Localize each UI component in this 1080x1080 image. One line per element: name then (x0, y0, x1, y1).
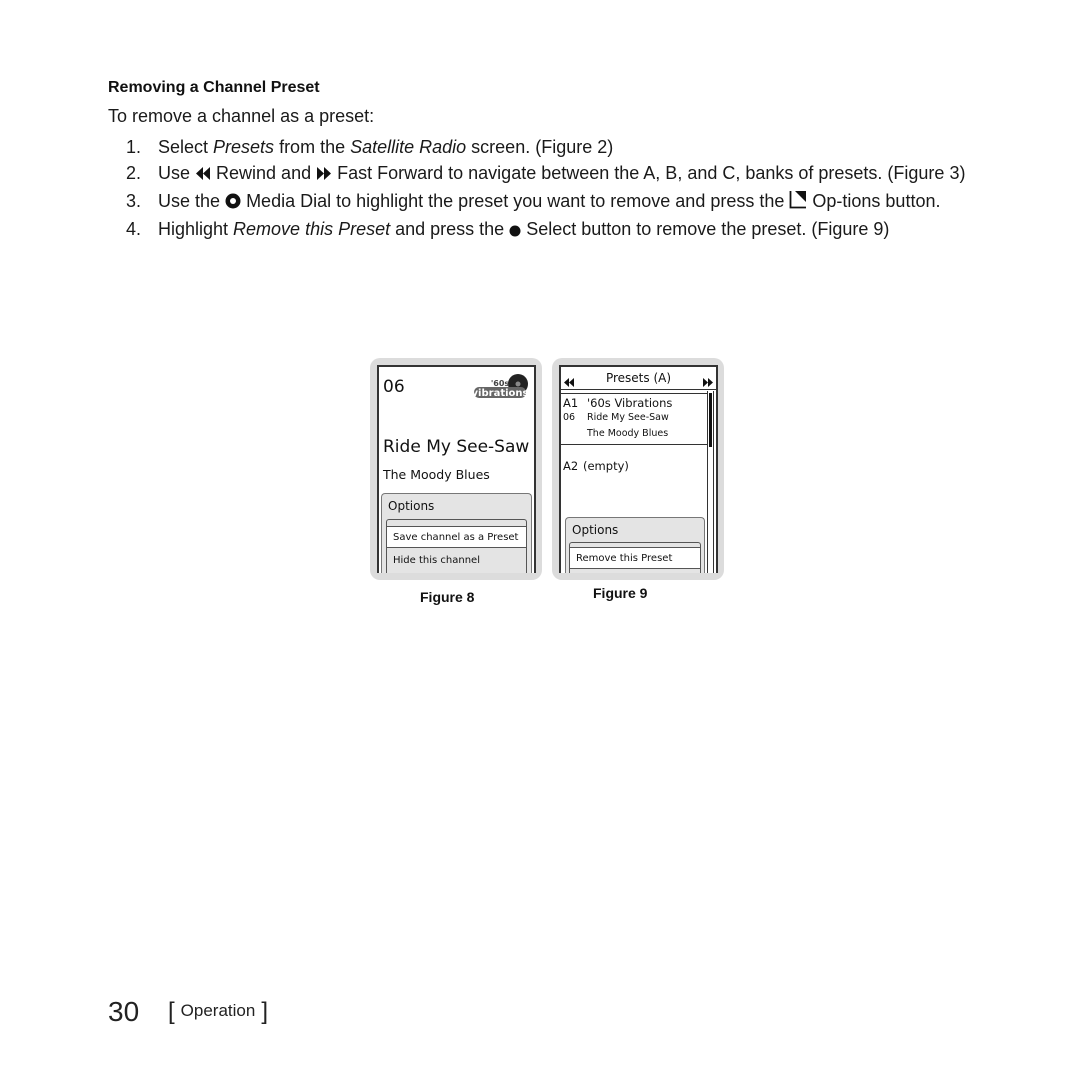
divider (561, 444, 707, 445)
page-number: 30 (108, 996, 140, 1027)
select-button-icon (509, 219, 521, 244)
preset-slot: A1 (563, 396, 579, 410)
figure-8-device: 06 vibrations '60s Ride My See-Saw The M… (370, 358, 542, 580)
step-2: 2. Use Rewind and Fast Forward to naviga… (108, 161, 968, 188)
divider (561, 393, 707, 394)
fast-forward-icon (316, 163, 332, 188)
step-number: 4. (126, 219, 142, 239)
scrollbar-thumb[interactable] (709, 393, 712, 447)
section-label: Operation (180, 1001, 256, 1020)
options-list: Save channel as a Preset Hide this chann… (386, 519, 527, 573)
steps-list: 1. Select Presets from the Satellite Rad… (108, 135, 968, 245)
option-remove-this-preset[interactable]: Remove this Preset (570, 547, 700, 569)
figure-9-caption: Figure 9 (593, 585, 648, 601)
media-dial-icon (225, 191, 241, 216)
step-1: 1. Select Presets from the Satellite Rad… (108, 135, 968, 160)
step-3: 3. Use the Media Dial to highlight the p… (108, 189, 968, 216)
presets-screen: Presets (A) A1 '60s Vibrations 06 Ride M… (559, 365, 718, 573)
step-4: 4. Highlight Remove this Preset and pres… (108, 217, 968, 244)
fast-forward-icon[interactable] (703, 372, 713, 391)
figure-8-caption: Figure 8 (420, 589, 475, 605)
step-text: Rewind and (216, 163, 317, 183)
step-text: Highlight (158, 219, 234, 239)
preset-artist: The Moody Blues (587, 428, 669, 439)
scrollbar[interactable] (707, 391, 714, 573)
step-text: Select button to remove the preset. (Fig… (526, 219, 890, 239)
section-heading: Removing a Channel Preset (108, 79, 320, 96)
preset-row-a1[interactable]: A1 '60s Vibrations 06 Ride My See-Saw Th… (561, 395, 707, 443)
svg-text:'60s: '60s (491, 379, 510, 388)
step-text: Fast Forward to navigate between the A, … (337, 163, 966, 183)
preset-row-a2[interactable]: A2 (empty) (561, 458, 707, 478)
options-menu: Options Save channel as a Preset Hide th… (381, 493, 532, 573)
bracket-open: [ (168, 998, 175, 1025)
step-text: Use (158, 163, 196, 183)
channel-number: 06 (383, 377, 405, 397)
step-text: Op-tions button. (812, 191, 941, 211)
step-text: Select (158, 137, 214, 157)
options-menu: Options Remove this Preset (565, 517, 705, 573)
figure-9-device: Presets (A) A1 '60s Vibrations 06 Ride M… (552, 358, 724, 580)
step-text: and press the (390, 219, 510, 239)
option-save-channel-as-preset[interactable]: Save channel as a Preset (387, 526, 526, 548)
svg-text:vibrations: vibrations (472, 388, 529, 399)
options-button-icon (789, 191, 807, 216)
presets-header: Presets (A) (561, 367, 716, 390)
emphasis-presets: Presets (213, 137, 275, 157)
emphasis-satellite-radio: Satellite Radio (350, 137, 467, 157)
option-hide-this-channel[interactable]: Hide this channel (387, 550, 526, 572)
options-list: Remove this Preset (569, 542, 701, 573)
step-text: screen. (Figure 2) (466, 137, 614, 157)
artist-name: The Moody Blues (383, 467, 490, 482)
step-text: from the (274, 137, 351, 157)
preset-song: Ride My See-Saw (587, 412, 669, 423)
step-number: 2. (126, 163, 142, 183)
preset-channel: 06 (563, 412, 576, 423)
section-footer: [ Operation] (168, 998, 268, 1026)
bracket-close: ] (261, 998, 269, 1025)
emphasis-remove-this-preset: Remove this Preset (233, 219, 391, 239)
presets-title: Presets (A) (605, 371, 672, 385)
preset-slot: A2 (563, 459, 579, 473)
step-number: 3. (126, 191, 142, 211)
song-title: Ride My See-Saw (383, 437, 530, 457)
options-title: Options (572, 523, 619, 537)
rewind-icon (195, 163, 211, 188)
preset-name: '60s Vibrations (587, 396, 673, 410)
preset-name: (empty) (583, 459, 629, 473)
intro-text: To remove a channel as a preset: (108, 106, 375, 126)
step-number: 1. (126, 137, 142, 157)
now-playing-screen: 06 vibrations '60s Ride My See-Saw The M… (377, 365, 536, 573)
step-text: Media Dial to highlight the preset you w… (246, 191, 790, 211)
step-text: Use the (158, 191, 226, 211)
options-title: Options (388, 499, 435, 513)
channel-logo-icon: vibrations '60s (470, 373, 530, 401)
